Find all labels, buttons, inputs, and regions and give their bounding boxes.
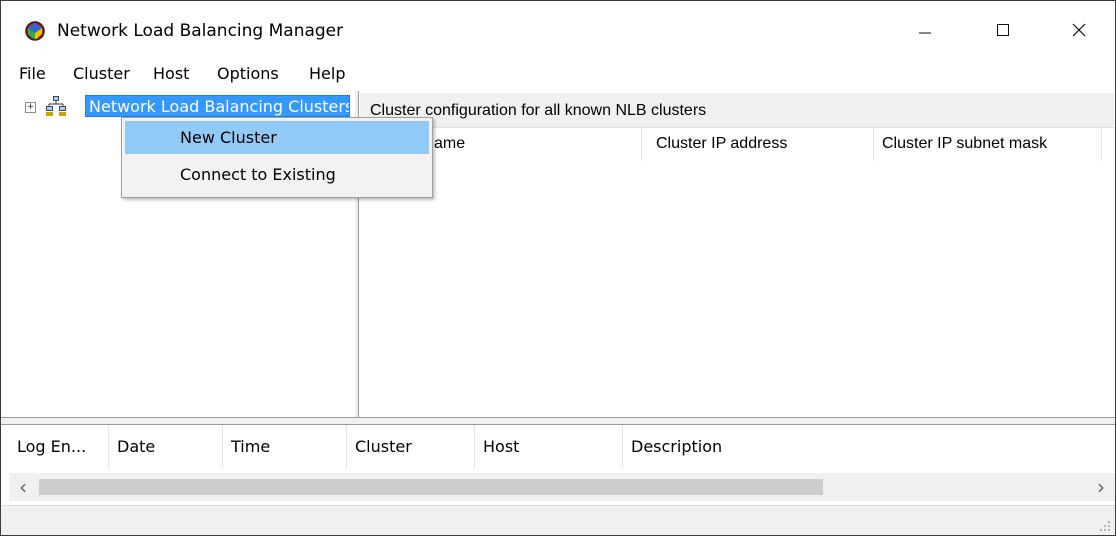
nlb-clusters-icon [46,96,66,116]
close-icon [1072,23,1086,37]
log-scroll-right-icon[interactable]: › [1087,473,1115,501]
resize-grip-icon[interactable] [1099,520,1111,532]
menu-host[interactable]: Host [149,63,193,85]
context-menu-connect-to-existing[interactable]: Connect to Existing [125,158,429,191]
log-column-log-entry[interactable]: Log En... [9,425,109,469]
log-column-date[interactable]: Date [109,425,223,469]
nlb-manager-window: Network Load Balancing Manager File Clus… [0,0,1116,536]
tree-expand-icon[interactable]: + [25,102,36,113]
log-column-cluster[interactable]: Cluster [347,425,475,469]
maximize-icon [997,24,1009,36]
context-menu-new-cluster[interactable]: New Cluster [125,121,429,154]
log-scroll-left-icon[interactable]: ‹ [9,473,37,501]
status-bar [1,505,1115,535]
title-bar[interactable]: Network Load Balancing Manager [1,1,1115,59]
log-column-time[interactable]: Time [223,425,347,469]
nlb-app-icon [25,21,45,41]
minimize-icon [919,32,931,34]
log-pane[interactable]: Log En... Date Time Cluster Host Descrip… [9,425,1115,505]
column-cluster-ip-address[interactable]: Cluster IP address [646,127,874,161]
maximize-button[interactable] [975,1,1031,59]
cluster-config-header: Cluster configuration for all known NLB … [360,93,1114,128]
close-button[interactable] [1051,1,1107,59]
log-horizontal-scrollbar[interactable]: ‹ › [9,473,1115,501]
menu-options[interactable]: Options [213,63,283,85]
tree-context-menu: New Cluster Connect to Existing [121,117,433,198]
log-column-description[interactable]: Description [623,425,1115,469]
minimize-button[interactable] [897,1,953,59]
menu-cluster[interactable]: Cluster [69,63,134,85]
menu-bar: File Cluster Host Options Help [1,59,1115,89]
cluster-list-pane[interactable]: Cluster configuration for all known NLB … [360,93,1114,417]
tree-root-nlb-clusters[interactable]: Network Load Balancing Clusters [85,95,350,117]
menu-help[interactable]: Help [305,63,349,85]
window-title: Network Load Balancing Manager [57,21,344,41]
horizontal-splitter[interactable] [1,417,1115,425]
menu-file[interactable]: File [15,63,50,85]
log-scroll-thumb[interactable] [39,479,823,495]
column-cluster-ip-subnet-mask[interactable]: Cluster IP subnet mask [872,127,1102,161]
log-column-host[interactable]: Host [475,425,623,469]
